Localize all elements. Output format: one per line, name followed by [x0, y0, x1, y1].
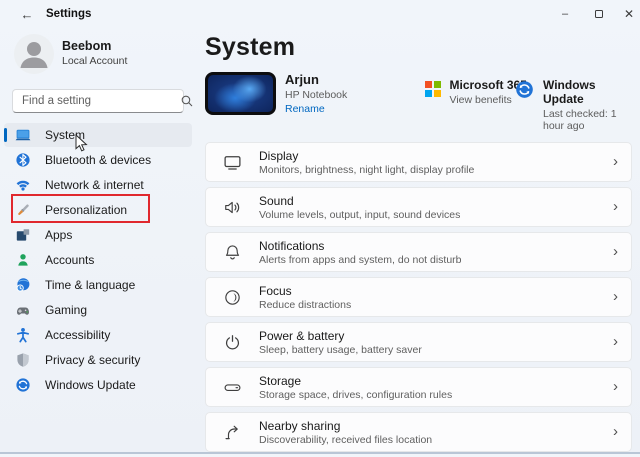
drive-icon [224, 383, 241, 391]
focus-icon [225, 289, 240, 305]
power-icon [225, 334, 240, 349]
row-subtitle: Storage space, drives, configuration rul… [259, 388, 453, 401]
windows-update-block[interactable]: Windows Update Last checked: 1 hour ago [515, 78, 632, 132]
device-model: HP Notebook [285, 89, 348, 101]
user-name: Beebom [62, 39, 112, 53]
row-subtitle: Sleep, battery usage, battery saver [259, 343, 422, 356]
row-subtitle: Volume levels, output, input, sound devi… [259, 208, 461, 221]
row-subtitle: Reduce distractions [259, 298, 352, 311]
row-title: Display [259, 148, 299, 163]
share-icon [225, 425, 238, 439]
search-icon [181, 95, 193, 107]
maximize-button[interactable] [584, 3, 614, 24]
sidebar-item-label: Gaming [45, 303, 88, 317]
row-subtitle: Discoverability, received files location [259, 433, 433, 446]
rename-link[interactable]: Rename [285, 103, 325, 115]
microsoft-365-block[interactable]: Microsoft 365 View benefits [425, 78, 527, 106]
sidebar-item-label: Apps [45, 228, 73, 242]
user-account-type: Local Account [62, 55, 128, 67]
sidebar-item-windows-update[interactable]: Windows Update [4, 373, 192, 397]
sidebar-item-label: Personalization [45, 203, 128, 217]
shield-icon [17, 353, 29, 367]
accessibility-icon [16, 328, 30, 343]
sidebar-item-label: Windows Update [45, 378, 136, 392]
search-box[interactable] [12, 89, 193, 113]
settings-row-display[interactable]: Display Monitors, brightness, night ligh… [205, 142, 632, 182]
settings-row-power-battery[interactable]: Power & battery Sleep, battery usage, ba… [205, 322, 632, 362]
sidebar: Beebom Local Account System Bluetooth & … [0, 28, 196, 454]
row-title: Power & battery [259, 328, 345, 343]
sidebar-item-network[interactable]: Network & internet [4, 173, 192, 197]
chevron-right-icon: › [613, 242, 618, 260]
sidebar-item-accounts[interactable]: Accounts [4, 248, 192, 272]
settings-row-focus[interactable]: Focus Reduce distractions › [205, 277, 632, 317]
sidebar-item-gaming[interactable]: Gaming [4, 298, 192, 322]
row-title: Storage [259, 373, 302, 388]
chevron-right-icon: › [613, 152, 618, 170]
apps-icon [16, 229, 30, 241]
sidebar-item-time-language[interactable]: Time & language [4, 273, 192, 297]
settings-list: Display Monitors, brightness, night ligh… [205, 142, 632, 457]
sidebar-item-label: Accounts [45, 253, 95, 267]
chevron-right-icon: › [613, 377, 618, 395]
display-icon [224, 155, 241, 170]
page-title: System [205, 33, 296, 61]
speaker-icon [225, 201, 240, 213]
chevron-right-icon: › [613, 197, 618, 215]
chevron-right-icon: › [613, 332, 618, 350]
sidebar-item-apps[interactable]: Apps [4, 223, 192, 247]
sidebar-item-label: Network & internet [45, 178, 144, 192]
titlebar: ← Settings – ✕ [0, 0, 640, 28]
maximize-icon [595, 9, 603, 18]
bell-icon [225, 244, 240, 259]
update-icon [516, 81, 533, 98]
gamepad-icon [17, 307, 29, 315]
sidebar-item-system[interactable]: System [4, 123, 192, 147]
device-wallpaper-thumbnail [205, 72, 276, 115]
sidebar-item-label: System [45, 128, 86, 142]
sidebar-item-personalization[interactable]: Personalization [4, 198, 192, 222]
row-subtitle: Monitors, brightness, night light, displ… [259, 163, 475, 176]
row-title: Nearby sharing [259, 418, 341, 433]
laptop-icon [15, 129, 31, 141]
person-avatar-icon [20, 42, 48, 68]
back-arrow-icon: ← [20, 6, 34, 22]
sidebar-item-label: Privacy & security [45, 353, 141, 367]
row-title: Notifications [259, 238, 325, 253]
row-title: Sound [259, 193, 294, 208]
windows-update-subtitle: Last checked: 1 hour ago [543, 108, 617, 132]
row-subtitle: Alerts from apps and system, do not dist… [259, 253, 462, 266]
avatar[interactable] [14, 34, 54, 74]
microsoft-logo [425, 81, 441, 97]
sidebar-item-accessibility[interactable]: Accessibility [4, 323, 192, 347]
sidebar-item-label: Time & language [45, 278, 136, 292]
device-name: Arjun [285, 72, 319, 87]
sidebar-item-privacy[interactable]: Privacy & security [4, 348, 192, 372]
bluetooth-icon [16, 153, 30, 167]
sidebar-nav: System Bluetooth & devices Network & int… [4, 123, 192, 398]
minimize-button[interactable]: – [550, 3, 580, 24]
sidebar-item-label: Bluetooth & devices [45, 153, 152, 167]
sidebar-item-label: Accessibility [45, 328, 111, 342]
chevron-right-icon: › [613, 287, 618, 305]
settings-row-nearby-sharing[interactable]: Nearby sharing Discoverability, received… [205, 412, 632, 452]
person-icon [18, 254, 28, 266]
main-content: System Arjun HP Notebook Rename Microsof… [205, 28, 632, 454]
search-input[interactable] [13, 95, 180, 107]
sidebar-item-bluetooth[interactable]: Bluetooth & devices [4, 148, 192, 172]
update-icon [16, 378, 30, 392]
windows-update-title: Windows Update [543, 78, 596, 106]
back-button[interactable]: ← [16, 5, 38, 23]
chevron-right-icon: › [613, 422, 618, 440]
window-title: Settings [46, 8, 92, 20]
settings-row-storage[interactable]: Storage Storage space, drives, configura… [205, 367, 632, 407]
paintbrush-icon [18, 204, 29, 215]
settings-row-sound[interactable]: Sound Volume levels, output, input, soun… [205, 187, 632, 227]
clock-globe-icon [16, 278, 30, 292]
close-button[interactable]: ✕ [614, 3, 640, 24]
settings-row-notifications[interactable]: Notifications Alerts from apps and syste… [205, 232, 632, 272]
wifi-icon [16, 180, 30, 191]
row-title: Focus [259, 283, 292, 298]
